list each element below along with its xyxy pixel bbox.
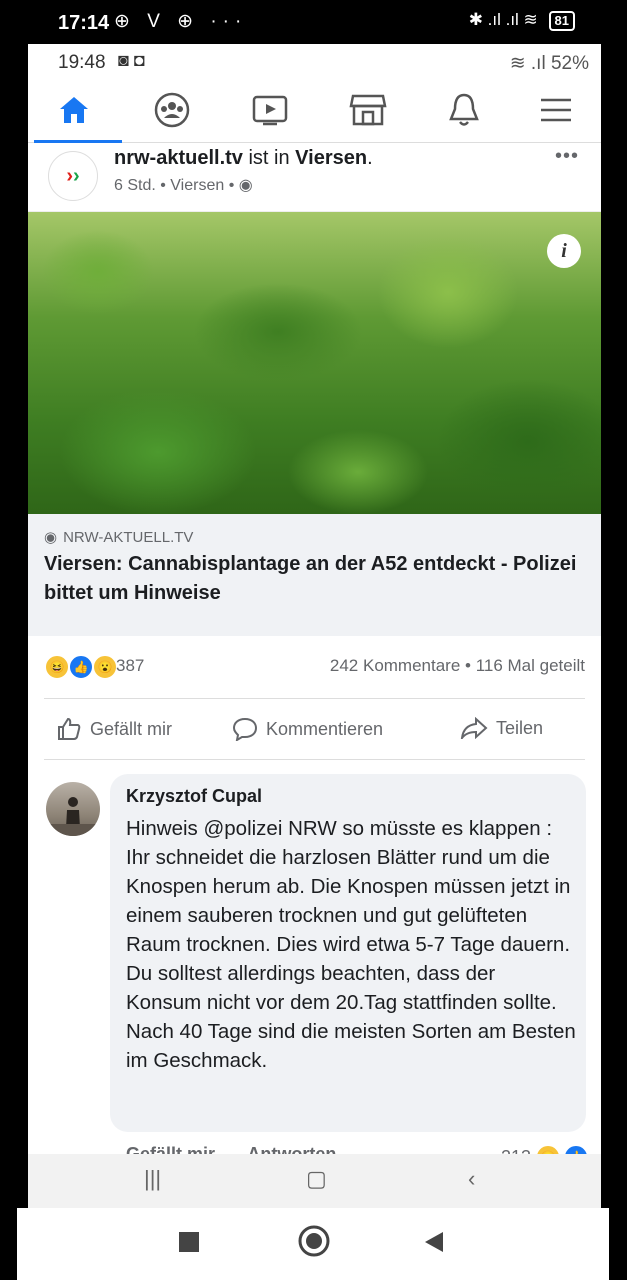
reaction-emojis[interactable]: 😆 👍 😮 [44,654,118,680]
inner-battery: ≋ .ıl 52% [510,52,589,75]
outer-notification-icons: ⊕ V ⊕ ··· [114,11,248,32]
location-link[interactable]: Viersen [295,147,367,169]
reactions-bar: 😆 👍 😮 387 242 Kommentare • 116 Mal getei… [44,636,585,699]
page-name-link[interactable]: nrw-aktuell.tv [114,147,243,169]
notifications-icon[interactable] [440,90,488,130]
like-button[interactable]: Gefällt mir [56,717,172,741]
comment-button[interactable]: Kommentieren [232,717,383,741]
checkin-text: ist in [242,147,296,169]
link-title[interactable]: Viersen: Cannabisplantage an der A52 ent… [44,550,585,608]
wow-reaction-icon: 😮 [92,654,118,680]
info-icon[interactable]: i [547,234,581,268]
comment-share-stats[interactable]: 242 Kommentare • 116 Mal geteilt [330,656,585,676]
source-logo-icon: ◉ [44,529,58,546]
wifi-icon: ≋ .ıl [509,53,551,74]
commenter-avatar[interactable] [46,782,100,836]
outer-system-nav [17,1208,609,1280]
recent-apps-icon[interactable]: ||| [144,1166,161,1192]
share-icon [460,717,488,739]
comment-text: Hinweis @polizei NRW so müsste es klappe… [126,817,576,1072]
inner-system-nav: ||| ▢ ‹ [28,1154,601,1208]
comment-author[interactable]: Krzysztof Cupal [126,786,262,807]
thumbs-up-icon [58,717,81,740]
comment-label: Kommentieren [266,718,384,739]
signal-icons: ✱ .ıl .ıl ≋ [468,10,538,29]
comment-bubble: Krzysztof Cupal Hinweis @polizei NRW so … [110,774,586,1132]
watch-icon[interactable] [246,90,294,130]
post-header: › › nrw-aktuell.tv ist in Viersen. 6 Std.… [28,143,601,212]
share-label: Teilen [496,717,544,738]
link-source-label: NRW-AKTUELL.TV [63,528,194,546]
post-meta: 6 Std. • Viersen • ◉ [114,175,253,195]
facebook-screenshot: 19:48 ◙ ◘ ≋ .ıl 52% › › nrw-aktuell.tv i… [28,44,601,1208]
back-triangle-icon[interactable] [423,1230,445,1259]
globe-icon: ◉ [238,177,253,194]
home-button-icon[interactable] [297,1224,331,1263]
inner-clock: 19:48 [58,52,106,73]
home-circle-icon[interactable]: ▢ [306,1166,327,1192]
comment-icon [232,717,258,741]
like-label: Gefällt mir [90,718,173,739]
share-button[interactable]: Teilen [460,717,543,739]
groups-icon[interactable] [148,90,196,130]
post-title: nrw-aktuell.tv ist in Viersen. [114,147,373,170]
home-icon[interactable] [50,90,98,130]
logo-arrow-icon: › [73,164,80,187]
recent-apps-square-icon[interactable] [179,1232,199,1252]
more-options-icon[interactable]: ••• [555,145,579,168]
post-time-location: 6 Std. • Viersen • [114,177,239,194]
title-period: . [367,147,373,169]
link-source: ◉ NRW-AKTUELL.TV [44,528,585,547]
outer-status-bar: 17:14 ⊕ V ⊕ ··· ✱ .ıl .ıl ≋ 81 [0,0,627,44]
outer-battery-icon: 81 [548,11,575,31]
back-icon[interactable]: ‹ [468,1166,475,1192]
page-avatar[interactable]: › › [48,151,98,201]
facebook-top-nav [28,80,601,143]
haha-reaction-icon: 😆 [44,654,70,680]
like-reaction-icon: 👍 [68,654,94,680]
marketplace-icon[interactable] [344,90,392,130]
menu-icon[interactable] [532,90,580,130]
inner-status-icons: ◙ ◘ [118,50,145,70]
link-preview[interactable]: ◉ NRW-AKTUELL.TV Viersen: Cannabisplanta… [28,514,601,636]
post-actions: Gefällt mir Kommentieren Teilen [44,699,585,760]
battery-percent: 52% [550,53,589,74]
logo-arrow-icon: › [66,164,73,187]
outer-clock: 17:14 [58,12,110,34]
inner-status-bar: 19:48 ◙ ◘ ≋ .ıl 52% [28,44,601,80]
reaction-count[interactable]: 387 [116,656,144,676]
outer-status-icons: ✱ .ıl .ıl ≋ 81 [469,10,575,31]
cannabis-plantation-image[interactable]: i [28,212,601,514]
